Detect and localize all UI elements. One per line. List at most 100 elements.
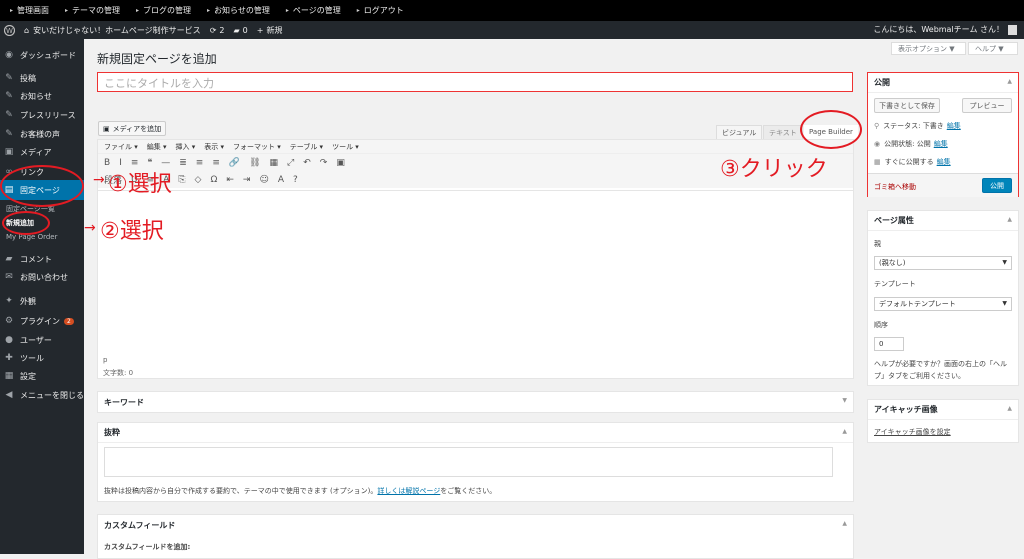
greeting[interactable]: こんにちは、Webmalチーム さん！ bbox=[873, 24, 1004, 35]
screen-options-button[interactable]: 表示オプション ▼ bbox=[891, 42, 966, 55]
sidebar-item-label: お客様の声 bbox=[20, 129, 60, 139]
publish-button[interactable]: 公開 bbox=[982, 178, 1012, 193]
arrow-icon: → bbox=[84, 220, 96, 236]
excerpt-header[interactable]: 抜粋 ▲ bbox=[98, 423, 853, 443]
toolbar-button-icon[interactable]: ⛓ bbox=[249, 158, 260, 168]
sidebar-item[interactable]: ◉ ダッシュボード bbox=[0, 45, 84, 65]
template-select[interactable]: デフォルトテンプレート ▼ bbox=[874, 297, 1012, 311]
sidebar-item[interactable]: ▰ コメント bbox=[0, 249, 84, 269]
editor-menu-item[interactable]: 編集 ▾ bbox=[147, 142, 167, 152]
custom-fields-header[interactable]: カスタムフィールド ▲ bbox=[98, 515, 853, 535]
nav-theme[interactable]: ▸ テーマの管理 bbox=[65, 5, 120, 16]
nav-label[interactable]: 管理画面 bbox=[17, 5, 49, 16]
schedule-edit-link[interactable]: 編集 bbox=[937, 157, 951, 167]
editor-menu-item[interactable]: テーブル ▾ bbox=[290, 142, 323, 152]
add-media-button[interactable]: ▣ メディアを追加 bbox=[98, 121, 167, 136]
publish-header[interactable]: 公開 ▲ bbox=[868, 73, 1018, 93]
editor-menu-item[interactable]: ツール ▾ bbox=[332, 142, 359, 152]
nav-label[interactable]: ページの管理 bbox=[293, 5, 341, 16]
annotation-step-2: ②選択 bbox=[100, 219, 164, 244]
keyword-header[interactable]: キーワード ▼ bbox=[98, 392, 853, 412]
toolbar-button-icon[interactable]: ▣ bbox=[336, 158, 345, 168]
tab-visual[interactable]: ビジュアル bbox=[716, 125, 763, 139]
editor-body[interactable] bbox=[98, 190, 853, 355]
sidebar-item-label: コメント bbox=[20, 254, 52, 264]
site-name-link[interactable]: ⌂ 安いだけじゃない！ホームページ制作サービス bbox=[24, 25, 201, 36]
sidebar-submenu-item[interactable]: My Page Order bbox=[0, 233, 84, 241]
toolbar-button-icon[interactable]: Ω bbox=[210, 175, 217, 185]
sidebar-item[interactable]: ⚙ プラグイン 2 bbox=[0, 311, 84, 331]
toolbar-button-icon[interactable]: ≡ bbox=[196, 158, 204, 168]
toolbar-button-icon[interactable]: ⇤ bbox=[226, 175, 234, 185]
toolbar-button-icon[interactable]: 🔗 bbox=[229, 158, 240, 168]
sidebar-item[interactable]: ✉ お問い合わせ bbox=[0, 267, 84, 287]
nav-label[interactable]: テーマの管理 bbox=[72, 5, 120, 16]
nav-admin[interactable]: ▸ 管理画面 bbox=[10, 5, 49, 16]
toggle-icon[interactable]: ▲ bbox=[842, 428, 847, 435]
toolbar-button-icon[interactable]: ? bbox=[293, 175, 298, 185]
nav-news[interactable]: ▸ お知らせの管理 bbox=[207, 5, 270, 16]
new-content-link[interactable]: + 新規 bbox=[257, 25, 283, 36]
comments-link[interactable]: ▰ 0 bbox=[233, 26, 247, 35]
toggle-icon[interactable]: ▼ bbox=[842, 397, 847, 404]
editor-menu-item[interactable]: 挿入 ▾ bbox=[176, 142, 196, 152]
featured-image-header[interactable]: アイキャッチ画像 ▲ bbox=[868, 400, 1018, 420]
parent-select[interactable]: (親なし) ▼ bbox=[874, 256, 1012, 270]
toolbar-button-icon[interactable]: ▦ bbox=[270, 158, 279, 168]
toolbar-button-icon[interactable]: ◇ bbox=[195, 175, 202, 185]
preview-button[interactable]: プレビュー bbox=[962, 98, 1012, 113]
publish-title: 公開 bbox=[874, 78, 890, 87]
toggle-icon[interactable]: ▲ bbox=[1007, 216, 1012, 223]
toolbar-button-icon[interactable]: ⇥ bbox=[243, 175, 251, 185]
collapse-icon: ◀ bbox=[5, 390, 13, 400]
sidebar-item[interactable]: ✎ お客様の声 bbox=[0, 124, 84, 144]
toolbar-button-icon[interactable]: ≡ bbox=[212, 158, 220, 168]
attributes-header[interactable]: ページ属性 ▲ bbox=[868, 211, 1018, 231]
set-featured-image-link[interactable]: アイキャッチ画像を設定 bbox=[874, 427, 951, 437]
toolbar-button-icon[interactable]: A bbox=[278, 175, 284, 185]
editor-menu-item[interactable]: ファイル ▾ bbox=[104, 142, 138, 152]
editor-menu-item[interactable]: 表示 ▾ bbox=[204, 142, 224, 152]
nav-blog[interactable]: ▸ ブログの管理 bbox=[136, 5, 191, 16]
sidebar-item[interactable]: ● ユーザー bbox=[0, 330, 84, 350]
toggle-icon[interactable]: ▲ bbox=[1007, 405, 1012, 412]
toolbar-button-icon[interactable]: ☺ bbox=[259, 175, 268, 185]
toggle-icon[interactable]: ▲ bbox=[1007, 78, 1012, 85]
toolbar-button-icon[interactable]: ≣ bbox=[179, 158, 187, 168]
editor-menu-item[interactable]: フォーマット ▾ bbox=[233, 142, 281, 152]
nav-pages[interactable]: ▸ ページの管理 bbox=[286, 5, 341, 16]
sidebar-item[interactable]: ✦ 外観 bbox=[0, 291, 84, 311]
order-input[interactable]: 0 bbox=[874, 337, 904, 351]
excerpt-textarea[interactable] bbox=[104, 447, 833, 477]
trash-link[interactable]: ゴミ箱へ移動 bbox=[874, 182, 916, 192]
status-edit-link[interactable]: 編集 bbox=[947, 121, 961, 131]
visibility-edit-link[interactable]: 編集 bbox=[934, 139, 948, 149]
help-button[interactable]: ヘルプ ▼ bbox=[968, 42, 1018, 55]
sidebar-item[interactable]: ✎ 投稿 bbox=[0, 68, 84, 88]
nav-logout[interactable]: ▸ ログアウト bbox=[357, 5, 404, 16]
sidebar-item[interactable]: ✎ お知らせ bbox=[0, 86, 84, 106]
sidebar-item[interactable]: ▦ 設定 bbox=[0, 366, 84, 386]
site-name[interactable]: 安いだけじゃない！ホームページ制作サービス bbox=[33, 25, 201, 36]
sidebar-item[interactable]: ▣ メディア bbox=[0, 142, 84, 162]
sidebar-item[interactable]: ◀ メニューを閉じる bbox=[0, 385, 84, 405]
nav-label[interactable]: ログアウト bbox=[364, 5, 404, 16]
sidebar-item[interactable]: ✎ プレスリリース bbox=[0, 105, 84, 125]
toolbar-button-icon[interactable]: ↷ bbox=[320, 158, 328, 168]
account-menu[interactable]: こんにちは、Webmalチーム さん！ bbox=[873, 24, 1017, 35]
wp-logo-icon[interactable]: W bbox=[4, 24, 15, 36]
updates-link[interactable]: ⟳ 2 bbox=[210, 26, 225, 35]
excerpt-doc-link[interactable]: 詳しくは解説ページ bbox=[377, 487, 440, 495]
tab-text[interactable]: テキスト bbox=[763, 125, 803, 139]
toolbar-button-icon[interactable]: ⎘ bbox=[178, 175, 185, 185]
toolbar-button-icon[interactable]: ⤢ bbox=[287, 158, 294, 168]
nav-label[interactable]: お知らせの管理 bbox=[214, 5, 270, 16]
toggle-icon[interactable]: ▲ bbox=[842, 520, 847, 527]
custom-title: カスタムフィールド bbox=[104, 520, 176, 530]
title-input[interactable]: ここにタイトルを入力 bbox=[97, 72, 853, 92]
sidebar-item[interactable]: ✚ ツール bbox=[0, 348, 84, 368]
save-draft-button[interactable]: 下書きとして保存 bbox=[874, 98, 940, 113]
avatar[interactable] bbox=[1008, 24, 1017, 35]
nav-label[interactable]: ブログの管理 bbox=[143, 5, 191, 16]
toolbar-button-icon[interactable]: ↶ bbox=[303, 158, 311, 168]
